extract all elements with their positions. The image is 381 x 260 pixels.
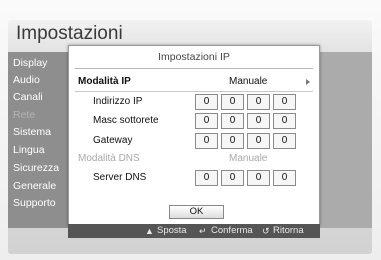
- sidebar-item-display[interactable]: Display: [13, 57, 47, 69]
- sidebar-item-lingua[interactable]: Lingua: [13, 144, 45, 156]
- gateway-octet-4[interactable]: 0: [273, 133, 296, 149]
- page-title: Impostazioni: [16, 23, 123, 44]
- ip-address-octet-2[interactable]: 0: [221, 94, 244, 110]
- dns-server-octet-4[interactable]: 0: [273, 170, 296, 186]
- ip-mode-label: Modalità IP: [78, 76, 131, 87]
- sidebar-item-supporto[interactable]: Supporto: [13, 197, 56, 209]
- ip-address-octet-4[interactable]: 0: [273, 94, 296, 110]
- footer-confirm-label: Conferma: [211, 225, 253, 236]
- sidebar-item-generale[interactable]: Generale: [13, 180, 56, 192]
- dialog-title: Impostazioni IP: [158, 51, 230, 63]
- gateway-label: Gateway: [93, 135, 133, 146]
- ip-mode-value[interactable]: Manuale: [229, 76, 267, 87]
- divider: [75, 91, 313, 92]
- ok-button[interactable]: OK: [169, 205, 224, 219]
- sidebar-item-rete[interactable]: Rete: [13, 109, 35, 121]
- footer-return-label: Ritorna: [273, 225, 304, 236]
- dns-mode-value: Manuale: [229, 153, 268, 164]
- sidebar-item-sistema[interactable]: Sistema: [13, 126, 51, 138]
- chevron-right-icon: [306, 79, 310, 85]
- content-area: [312, 52, 372, 228]
- dns-server-octet-1[interactable]: 0: [195, 170, 218, 186]
- ip-address-octet-3[interactable]: 0: [247, 94, 270, 110]
- dns-mode-label: Modalità DNS: [78, 153, 140, 164]
- gateway-octet-1[interactable]: 0: [195, 133, 218, 149]
- subnet-mask-octet-1[interactable]: 0: [195, 113, 218, 129]
- gateway-octet-3[interactable]: 0: [247, 133, 270, 149]
- subnet-mask-label: Masc sottorete: [93, 115, 159, 126]
- footer-move-label: Sposta: [157, 225, 187, 236]
- footer-help-bar: ▲︎ Sposta ↵ Conferma ↺ Ritorna: [68, 224, 320, 238]
- ip-address-octet-1[interactable]: 0: [195, 94, 218, 110]
- gateway-octet-2[interactable]: 0: [221, 133, 244, 149]
- return-icon: ↺: [262, 226, 270, 236]
- dns-server-octet-2[interactable]: 0: [221, 170, 244, 186]
- subnet-mask-octet-4[interactable]: 0: [273, 113, 296, 129]
- subnet-mask-octet-2[interactable]: 0: [221, 113, 244, 129]
- divider: [75, 68, 313, 69]
- sidebar-item-canali[interactable]: Canali: [13, 91, 43, 103]
- up-down-arrows-icon: ▲︎: [145, 226, 154, 236]
- subnet-mask-octet-3[interactable]: 0: [247, 113, 270, 129]
- ip-address-label: Indirizzo IP: [93, 96, 143, 107]
- ip-settings-dialog: Impostazioni IP Modalità IP Manuale Indi…: [68, 45, 320, 226]
- dns-server-label: Server DNS: [93, 172, 147, 183]
- enter-icon: ↵: [199, 226, 207, 236]
- sidebar-item-audio[interactable]: Audio: [13, 74, 40, 86]
- dns-server-octet-3[interactable]: 0: [247, 170, 270, 186]
- sidebar-item-sicurezza[interactable]: Sicurezza: [13, 162, 59, 174]
